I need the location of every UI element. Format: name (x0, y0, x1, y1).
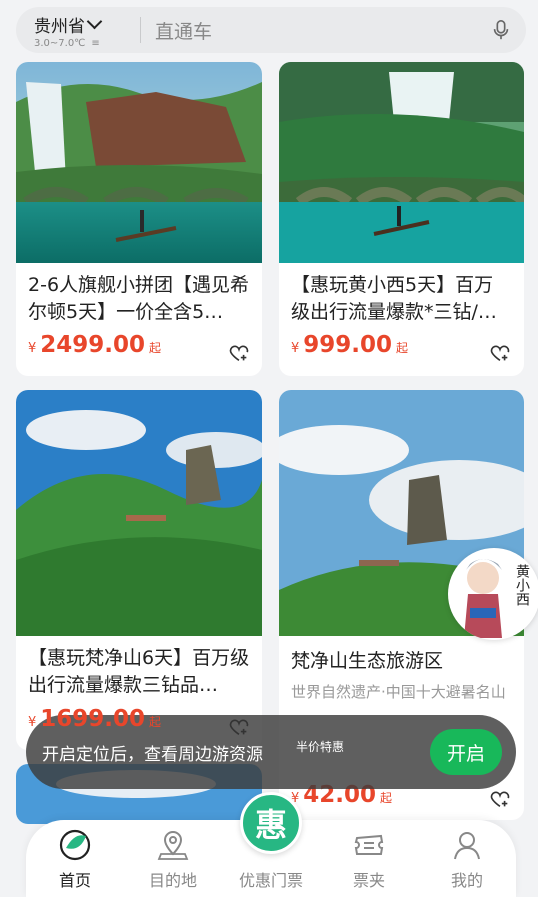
half-price-badge: 半价特惠 (296, 740, 345, 754)
temperature-range: 3.0~7.0℃ (34, 37, 86, 49)
product-card[interactable]: 2-6人旗舰小拼团【遇见希尔顿5天】一价全含5… ¥ 2499.00 起 (16, 62, 262, 376)
favorite-heart-icon[interactable] (228, 716, 250, 738)
product-price: ¥ 999.00 起 (291, 332, 409, 358)
chevron-down-icon (86, 13, 103, 30)
product-title: 【惠玩黄小西5天】百万级出行流量爆款*三钻/… (291, 274, 497, 323)
search-input[interactable]: 直通车 (141, 17, 490, 44)
nav-ticket-wallet[interactable]: 票夹 (320, 820, 418, 897)
nav-profile[interactable]: 我的 (418, 820, 516, 897)
nav-destination[interactable]: 目的地 (124, 820, 222, 897)
search-bar: 贵州省 3.0~7.0℃ ≡ 直通车 (16, 7, 526, 53)
favorite-heart-icon[interactable] (228, 342, 250, 364)
hui-icon[interactable]: 惠 (240, 792, 302, 854)
location-selector[interactable]: 贵州省 3.0~7.0℃ ≡ (16, 12, 134, 49)
nav-home[interactable]: 首页 (26, 820, 124, 897)
product-image (279, 62, 524, 263)
ticket-icon (354, 834, 384, 855)
enable-location-button[interactable]: 开启 (430, 729, 502, 775)
mascot-float[interactable]: 黄小西 (448, 548, 538, 640)
province-label: 贵州省 (34, 16, 85, 37)
home-icon (59, 829, 91, 861)
product-price: ¥ 1699.00 起 (28, 706, 162, 732)
product-title: 2-6人旗舰小拼团【遇见希尔顿5天】一价全含5… (28, 274, 250, 323)
product-title: 【惠玩梵净山6天】百万级出行流量爆款三钻品… (28, 647, 250, 696)
location-prompt-text: 开启定位后，查看周边游资源 (42, 744, 263, 765)
mascot-label: 黄小西 (514, 564, 530, 606)
product-subtitle: 世界自然遗产·中国十大避暑名山 (291, 683, 506, 701)
product-image (16, 390, 262, 636)
map-pin-icon (157, 830, 189, 860)
product-card[interactable]: 【惠玩梵净山6天】百万级出行流量爆款三钻品… (16, 390, 262, 750)
microphone-icon[interactable] (490, 19, 512, 41)
product-card[interactable]: 【惠玩黄小西5天】百万级出行流量爆款*三钻/… ¥ 999.00 起 (279, 62, 524, 376)
product-price: ¥ 2499.00 起 (28, 332, 162, 358)
weather-icon: ≡ (91, 37, 100, 49)
favorite-heart-icon[interactable] (489, 788, 511, 810)
product-title: 梵净山生态旅游区 (291, 650, 444, 672)
product-image (16, 62, 262, 263)
favorite-heart-icon[interactable] (489, 342, 511, 364)
user-icon (454, 832, 480, 860)
